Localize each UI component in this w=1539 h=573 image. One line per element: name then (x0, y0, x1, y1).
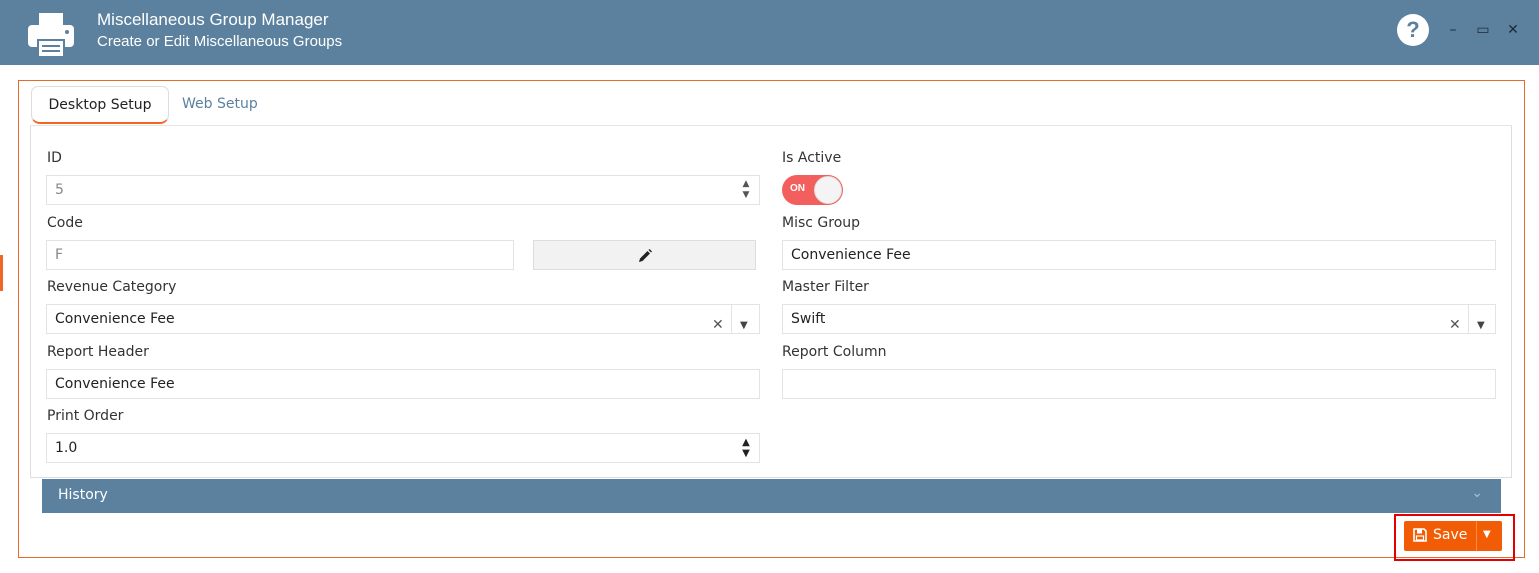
code-value: F (55, 247, 64, 263)
misc-group-value: Convenience Fee (791, 247, 911, 263)
left-edge-marker (0, 255, 3, 291)
toggle-state-text: ON (790, 183, 805, 194)
code-label: Code (47, 215, 83, 231)
misc-group-field[interactable]: Convenience Fee (782, 240, 1496, 270)
window-title: Miscellaneous Group Manager (97, 10, 329, 29)
pencil-icon (639, 249, 652, 262)
print-order-label: Print Order (47, 408, 124, 424)
misc-group-label: Misc Group (782, 215, 861, 231)
revenue-category-value: Convenience Fee (55, 311, 175, 327)
master-filter-value: Swift (791, 311, 826, 327)
save-label: Save (1433, 527, 1468, 543)
revenue-category-label: Revenue Category (47, 279, 177, 295)
caret-down-icon[interactable]: ▼ (1483, 529, 1491, 540)
floppy-disk-icon (1413, 528, 1427, 542)
minimize-button[interactable]: – (1444, 20, 1462, 40)
maximize-button[interactable]: ▭ (1474, 20, 1492, 40)
master-filter-select[interactable]: Swift ✕ ▼ (782, 304, 1496, 334)
chevron-down-icon[interactable]: ▼ (1477, 312, 1485, 340)
report-column-label: Report Column (782, 344, 887, 360)
chevron-down-icon[interactable]: ▼ (740, 312, 748, 340)
tab-desktop-setup[interactable]: Desktop Setup (31, 86, 169, 124)
is-active-label: Is Active (782, 150, 842, 166)
save-button[interactable]: Save ▼ (1404, 521, 1502, 551)
clear-icon[interactable]: ✕ (1449, 311, 1461, 339)
edit-code-button[interactable] (533, 240, 756, 270)
history-label: History (58, 487, 108, 503)
code-field[interactable]: F (46, 240, 514, 270)
window-titlebar: Miscellaneous Group Manager Create or Ed… (0, 0, 1539, 65)
print-order-field[interactable]: 1.0 ▲ ▼ (46, 433, 760, 463)
report-header-label: Report Header (47, 344, 149, 360)
save-separator (1476, 521, 1477, 551)
clear-icon[interactable]: ✕ (712, 311, 724, 339)
print-order-value: 1.0 (55, 440, 78, 456)
chevron-down-icon: ⌄ (1471, 485, 1483, 501)
select-separator (1468, 305, 1469, 333)
id-field[interactable]: 5 ▲ ▼ (46, 175, 760, 205)
tab-web-setup[interactable]: Web Setup (182, 96, 258, 112)
printer-icon (28, 13, 74, 58)
toggle-knob (814, 176, 842, 204)
report-header-value: Convenience Fee (55, 376, 175, 392)
window-subtitle: Create or Edit Miscellaneous Groups (97, 33, 343, 50)
select-separator (731, 305, 732, 333)
help-icon[interactable]: ? (1397, 14, 1429, 46)
history-section-header[interactable]: History ⌄ (42, 479, 1501, 513)
report-header-field[interactable]: Convenience Fee (46, 369, 760, 399)
close-button[interactable]: ✕ (1504, 20, 1522, 40)
report-column-field[interactable] (782, 369, 1496, 399)
master-filter-label: Master Filter (782, 279, 869, 295)
id-spinner[interactable]: ▲ ▼ (739, 179, 753, 201)
is-active-toggle[interactable]: ON (782, 175, 843, 205)
print-order-spinner[interactable]: ▲ ▼ (739, 437, 753, 459)
left-edge (0, 65, 3, 573)
id-value: 5 (55, 182, 64, 198)
revenue-category-select[interactable]: Convenience Fee ✕ ▼ (46, 304, 760, 334)
id-label: ID (47, 150, 62, 166)
